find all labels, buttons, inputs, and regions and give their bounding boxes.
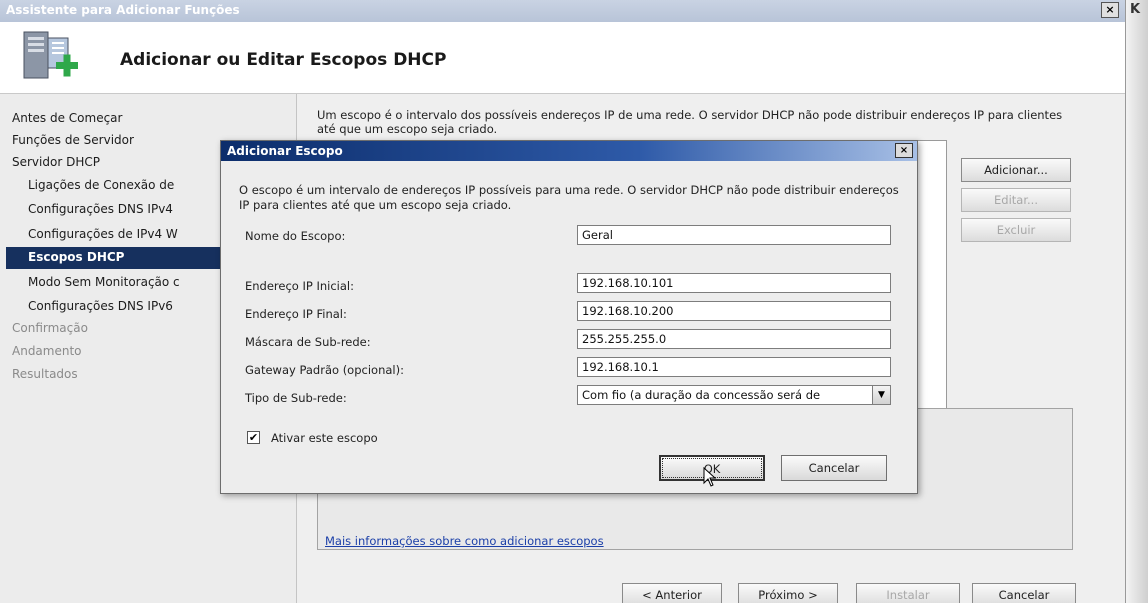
- page-title: Adicionar ou Editar Escopos DHCP: [120, 50, 447, 70]
- start-ip-input[interactable]: 192.168.10.101: [577, 273, 891, 293]
- server-role-icon: [23, 31, 78, 79]
- cancel-wizard-button[interactable]: Cancelar: [972, 583, 1076, 603]
- next-button[interactable]: Próximo >: [738, 583, 838, 603]
- dialog-titlebar: Adicionar Escopo ×: [221, 141, 917, 161]
- window-titlebar: Assistente para Adicionar Funções ×: [0, 0, 1125, 22]
- end-ip-input[interactable]: 192.168.10.200: [577, 301, 891, 321]
- gateway-input[interactable]: 192.168.10.1: [577, 357, 891, 377]
- window-close-button[interactable]: ×: [1101, 2, 1119, 18]
- cancel-dialog-button[interactable]: Cancelar: [781, 455, 887, 481]
- more-info-link[interactable]: Mais informações sobre como adicionar es…: [325, 534, 604, 548]
- scope-name-label: Nome do Escopo:: [245, 229, 346, 243]
- subnet-type-label: Tipo de Sub-rede:: [245, 391, 347, 405]
- content-description: Um escopo é o intervalo dos possíveis en…: [317, 108, 1063, 136]
- subnet-mask-label: Máscara de Sub-rede:: [245, 335, 371, 349]
- window-title: Assistente para Adicionar Funções: [6, 3, 240, 17]
- previous-button[interactable]: < Anterior: [622, 583, 722, 603]
- add-scope-button[interactable]: Adicionar...: [961, 158, 1071, 182]
- dialog-description: O escopo é um intervalo de endereços IP …: [239, 183, 899, 212]
- add-scope-dialog: Adicionar Escopo × O escopo é um interva…: [220, 140, 918, 494]
- gateway-label: Gateway Padrão (opcional):: [245, 363, 404, 377]
- dialog-close-button[interactable]: ×: [895, 143, 913, 158]
- edit-scope-button[interactable]: Editar...: [961, 188, 1071, 212]
- subnet-mask-input[interactable]: 255.255.255.0: [577, 329, 891, 349]
- wizard-header: Adicionar ou Editar Escopos DHCP: [0, 22, 1125, 94]
- activate-scope-label[interactable]: Ativar este escopo: [271, 431, 378, 445]
- mouse-cursor-icon: [703, 467, 717, 487]
- nav-item-antes-de-comecar[interactable]: Antes de Começar: [12, 108, 292, 130]
- dialog-title: Adicionar Escopo: [227, 144, 343, 158]
- start-ip-label: Endereço IP Inicial:: [245, 279, 354, 293]
- delete-scope-button[interactable]: Excluir: [961, 218, 1071, 242]
- edge-glyph: K: [1130, 2, 1141, 17]
- activate-scope-checkbox[interactable]: ✔: [247, 431, 260, 444]
- subnet-type-value: Com fio (a duração da concessão será de: [582, 388, 821, 402]
- end-ip-label: Endereço IP Final:: [245, 307, 347, 321]
- subnet-type-select[interactable]: Com fio (a duração da concessão será de …: [577, 385, 891, 405]
- chevron-down-icon[interactable]: ▼: [872, 386, 890, 404]
- scope-name-input[interactable]: Geral: [577, 225, 891, 245]
- install-button[interactable]: Instalar: [856, 583, 960, 603]
- background-window-edge: K: [1125, 0, 1148, 603]
